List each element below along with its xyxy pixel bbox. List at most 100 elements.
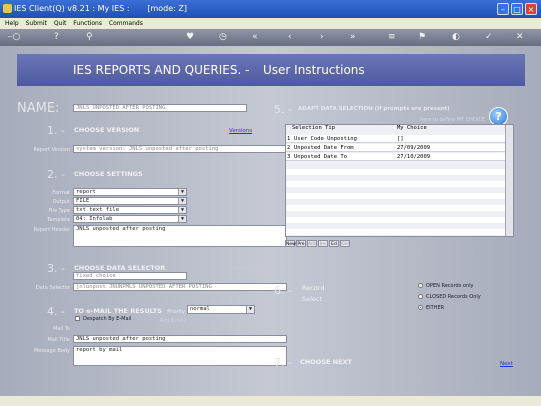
chevron-down-icon[interactable]: ▼ xyxy=(178,198,186,204)
step3-title: CHOOSE DATA SELECTOR xyxy=(74,264,166,272)
chevron-down-icon[interactable]: ▼ xyxy=(246,306,254,313)
output-label: Output xyxy=(52,199,70,205)
toolbar-close-icon[interactable]: ✕ xyxy=(516,31,524,44)
key-icon[interactable]: ⎯○ xyxy=(8,31,20,44)
globe-icon[interactable]: ◐ xyxy=(452,31,460,44)
record-label: Record xyxy=(302,284,325,292)
empty-row xyxy=(286,217,506,223)
report-version-field[interactable]: system version: JNLS unposted after post… xyxy=(73,145,287,153)
row-choice[interactable]: 27/10/2009 xyxy=(397,153,430,161)
menu-commands[interactable]: Commands xyxy=(109,20,143,27)
mail-to-label: Mail To xyxy=(52,326,70,332)
menu-functions[interactable]: Functions xyxy=(73,20,102,27)
row-choice[interactable]: 27/09/2009 xyxy=(397,144,430,152)
check-icon[interactable]: ✓ xyxy=(485,31,493,44)
radio-open[interactable] xyxy=(418,283,423,288)
despatch-checkbox[interactable] xyxy=(75,316,80,321)
output-value: FILE xyxy=(76,198,90,204)
next-link[interactable]: Next xyxy=(500,361,513,367)
option-either-label: EITHER xyxy=(426,305,445,311)
priority-value: normal xyxy=(190,306,210,312)
step2-number: 2. - xyxy=(47,168,65,181)
step2-title: CHOOSE SETTINGS xyxy=(74,170,143,178)
chevron-down-icon[interactable]: ▼ xyxy=(178,216,186,222)
choice-field[interactable]: fixed choice xyxy=(73,272,187,280)
row-number: 2 xyxy=(287,145,291,151)
despatch-label: Despatch By E-Mail xyxy=(83,316,132,322)
versions-link[interactable]: Versions xyxy=(229,128,252,134)
window-title: IES Client(Q) v8.21 : My IES : [mode: Z] xyxy=(14,4,187,13)
maximize-icon[interactable]: □ xyxy=(511,3,523,15)
table-row[interactable]: 3 Unposted Date To 27/10/2009 xyxy=(286,153,506,161)
option-open-label: OPEN Records only xyxy=(426,283,474,289)
close-icon[interactable]: × xyxy=(525,3,537,15)
del-button[interactable]: Del xyxy=(340,240,350,247)
heart-icon[interactable]: ♥ xyxy=(186,31,194,44)
filetype-value: txt text file xyxy=(76,207,120,213)
filetype-select[interactable]: txt text file ▼ xyxy=(73,206,187,214)
search-icon[interactable]: ⚲ xyxy=(86,31,93,44)
menu-submit[interactable]: Submit xyxy=(26,20,47,27)
selection-grid: Selection Tip My Choice 1 User Code Unpo… xyxy=(285,124,514,237)
empty-row xyxy=(286,193,506,199)
step1-title: CHOOSE VERSION xyxy=(74,126,140,134)
clock-icon[interactable]: ◷ xyxy=(219,31,227,44)
menu-quit[interactable]: Quit xyxy=(54,20,67,27)
format-label: Format xyxy=(52,190,70,196)
table-row[interactable]: 1 User Code Unposting [] xyxy=(286,135,506,143)
row-tip: Unposted Date From xyxy=(294,145,354,151)
add-email-label[interactable]: Add Email xyxy=(155,318,185,324)
format-select[interactable]: report ▼ xyxy=(73,188,187,196)
report-version-label: Report Version xyxy=(33,147,70,153)
empty-row xyxy=(286,229,506,235)
table-row[interactable]: 2 Unposted Date From 27/09/2009 xyxy=(286,144,506,152)
pre-button[interactable]: Pre xyxy=(296,240,306,247)
name-field[interactable]: JNLS UNPOSTED AFTER POSTING xyxy=(73,104,247,112)
new-button[interactable]: New xyxy=(285,240,296,247)
select-label: Select xyxy=(302,295,323,303)
report-header-field[interactable]: JNLS unposted after posting xyxy=(73,225,287,247)
ins-button[interactable]: Ins xyxy=(318,240,328,247)
title-bar: IES Client(Q) v8.21 : My IES : [mode: Z]… xyxy=(0,0,541,18)
flag-icon[interactable]: ⚑ xyxy=(418,31,426,44)
message-body-field[interactable]: report by mail xyxy=(73,346,287,366)
forward-icon[interactable]: › xyxy=(320,31,324,44)
output-select[interactable]: FILE ▼ xyxy=(73,197,187,205)
back-icon[interactable]: ‹ xyxy=(288,31,292,44)
filetype-label: File Type xyxy=(48,208,70,214)
chevron-down-icon[interactable]: ▼ xyxy=(178,189,186,195)
page-banner: IES REPORTS AND QUERIES. - User Instruct… xyxy=(17,54,525,86)
step5-title: ADAPT DATA SELECTION (if prompts are pre… xyxy=(298,106,450,112)
grid-scrollbar[interactable] xyxy=(505,125,513,236)
radio-either[interactable] xyxy=(418,305,423,310)
step1-number: 1. - xyxy=(47,124,65,137)
mail-title-field[interactable]: JNLS unposted after posting xyxy=(73,335,287,343)
data-selector-field[interactable]: jnlunpost JNUNPMLS UNPOSTED AFTER POSTIN… xyxy=(73,283,287,291)
toolbar: ⎯○ ? ⚲ ♥ ◷ « ‹ › » ≡ ⚑ ◐ ✓ ✕ xyxy=(0,29,541,46)
report-header-label: Report Header xyxy=(33,227,70,233)
step4-number: 4. - xyxy=(47,305,65,318)
row-choice[interactable]: [] xyxy=(397,135,404,143)
add-button[interactable]: Add xyxy=(307,240,317,247)
template-select[interactable]: 04: Infolab ▼ xyxy=(73,215,187,223)
edit-button[interactable]: Ed xyxy=(329,240,339,247)
chevron-down-icon[interactable]: ▼ xyxy=(178,207,186,213)
template-label: Template xyxy=(47,217,70,223)
step6-number: 6. - xyxy=(274,284,292,297)
menu-help[interactable]: Help xyxy=(5,20,19,27)
step4-title: TO e-MAIL THE RESULTS xyxy=(74,307,162,315)
col-selection-tip: Selection Tip xyxy=(292,125,336,131)
application-window: IES Client(Q) v8.21 : My IES : [mode: Z]… xyxy=(0,0,541,406)
empty-row xyxy=(286,205,506,211)
priority-select[interactable]: normal ▼ xyxy=(187,305,255,314)
list-icon[interactable]: ≡ xyxy=(388,31,396,44)
selector-management-link[interactable]: selector management xyxy=(214,265,286,271)
rewind-icon[interactable]: « xyxy=(252,31,258,44)
help-icon[interactable]: ? xyxy=(54,31,59,44)
fast-forward-icon[interactable]: » xyxy=(350,31,356,44)
empty-row xyxy=(286,169,506,175)
col-my-choice: My Choice xyxy=(397,125,427,131)
minimize-icon[interactable]: – xyxy=(497,3,509,15)
radio-closed[interactable] xyxy=(418,294,423,299)
row-number: 1 xyxy=(287,136,291,142)
